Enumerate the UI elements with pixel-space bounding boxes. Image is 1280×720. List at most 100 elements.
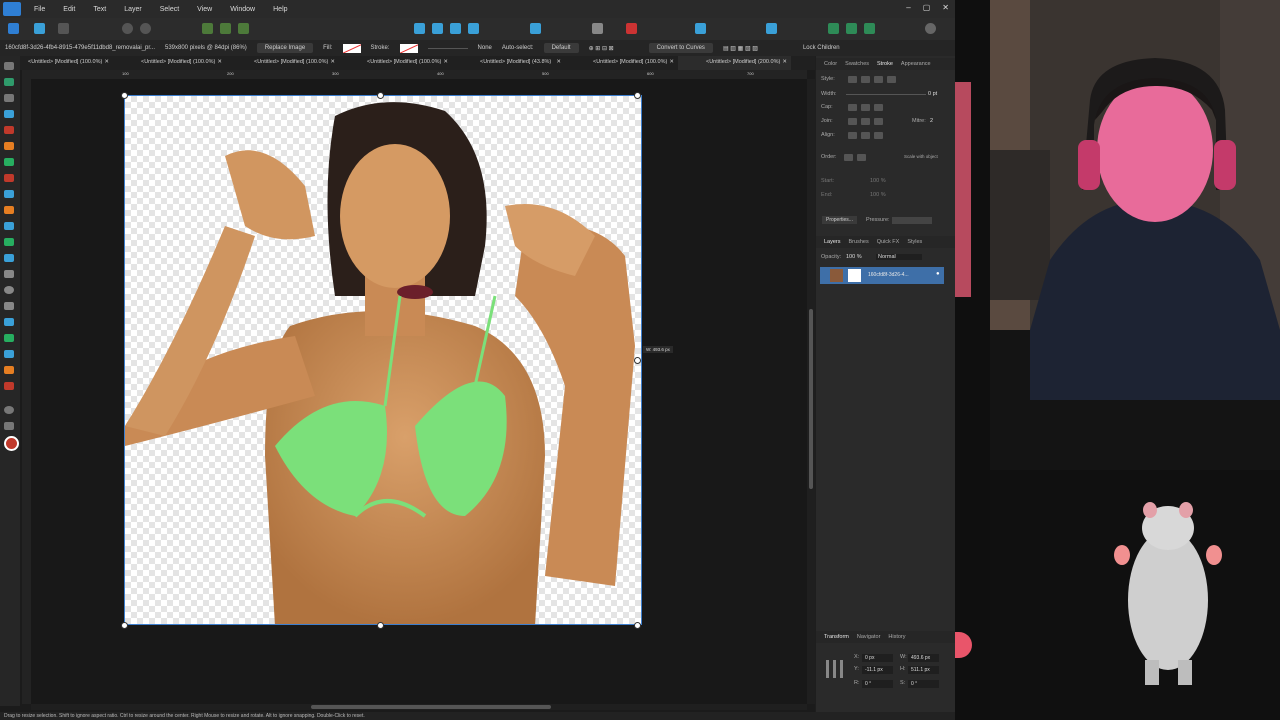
rotate-left-icon[interactable] — [450, 23, 461, 34]
fill-stroke-icon[interactable] — [4, 436, 19, 451]
selection-handle[interactable] — [634, 622, 641, 629]
document-dimensions[interactable]: 539x800 pixels @ 84dpi (86%) — [165, 45, 247, 51]
arrange-icon[interactable] — [238, 23, 249, 34]
tab-history[interactable]: History — [888, 634, 905, 640]
join-miter-icon[interactable] — [848, 118, 857, 125]
boolean-add-icon[interactable] — [695, 23, 706, 34]
rotate-right-icon[interactable] — [468, 23, 479, 34]
cap-square-icon[interactable] — [874, 104, 883, 111]
snapping-icon[interactable] — [140, 23, 151, 34]
artboard-tool-icon[interactable] — [4, 78, 14, 86]
selection-handle[interactable] — [121, 622, 128, 629]
menu-view[interactable]: View — [197, 6, 212, 13]
document-tab[interactable]: <Untitled> [Modified] (100.0%) ✕ — [113, 56, 226, 70]
vector-crop-tool-icon[interactable] — [4, 222, 14, 230]
x-field[interactable]: 0 px — [862, 654, 893, 662]
blend-mode-dropdown[interactable]: Normal — [876, 254, 922, 260]
menu-layer[interactable]: Layer — [124, 6, 142, 13]
layer-visibility-icon[interactable]: ● — [936, 271, 940, 277]
document-tab[interactable]: <Untitled> [Modified] (43.8%) ✕ — [452, 56, 565, 70]
close-tab-icon[interactable]: ✕ — [104, 59, 109, 65]
menu-text[interactable]: Text — [93, 6, 106, 13]
close-tab-icon[interactable]: ✕ — [443, 59, 448, 65]
text-tool-icon[interactable] — [4, 350, 14, 358]
preferences-icon[interactable] — [864, 23, 875, 34]
stroke-style-none-icon[interactable] — [848, 76, 857, 83]
close-tab-icon[interactable]: ✕ — [669, 59, 674, 65]
document-tab[interactable]: <Untitled> [Modified] (100.0%) ✕ — [226, 56, 339, 70]
assistant-icon[interactable] — [828, 23, 839, 34]
view-tool-icon[interactable] — [4, 422, 14, 430]
color-picker-tool-icon[interactable] — [4, 382, 14, 390]
horizontal-scrollbar[interactable] — [31, 704, 807, 710]
move-tool-icon[interactable] — [4, 62, 14, 70]
brush-tool-icon[interactable] — [4, 174, 14, 182]
tab-styles[interactable]: Styles — [907, 239, 922, 245]
cap-butt-icon[interactable] — [848, 104, 857, 111]
selection-handle[interactable] — [634, 92, 641, 99]
selection-handle[interactable] — [121, 92, 128, 99]
width-value[interactable]: 0 pt — [928, 91, 937, 97]
rectangle-tool-icon[interactable] — [4, 270, 14, 278]
layer-row-selected[interactable]: 160cfd8f-3d26-4... ● — [820, 267, 944, 284]
transparency-tool-icon[interactable] — [4, 206, 14, 214]
close-tab-icon[interactable]: ✕ — [330, 59, 335, 65]
auto-select-dropdown[interactable]: Default — [543, 43, 579, 53]
stroke-width-slider[interactable] — [427, 47, 468, 49]
document-tab[interactable]: <Untitled> [Modified] (100.0%) ✕ — [565, 56, 678, 70]
close-tab-icon[interactable]: ✕ — [217, 59, 222, 65]
transform-origin-icon[interactable]: ⊕ ⊞ ⊟ ⊠ — [589, 45, 639, 52]
arrow-end-scale[interactable]: 100 % — [870, 192, 886, 198]
document-tab[interactable]: <Untitled> [Modified] (100.0%) ✕ — [339, 56, 452, 70]
align-center-icon[interactable] — [861, 132, 870, 139]
align-shortcuts-icon[interactable]: ▤ ▥ ▦ ▧ ▨ — [723, 45, 793, 52]
tab-stroke[interactable]: Stroke — [877, 61, 893, 67]
corner-tool-icon[interactable] — [4, 126, 14, 134]
rotation-field[interactable]: 0 ° — [862, 680, 893, 688]
order-behind-icon[interactable] — [844, 154, 853, 161]
shear-field[interactable]: 0 ° — [908, 680, 939, 688]
persona-designer-icon[interactable] — [8, 23, 19, 34]
h-field[interactable]: 511.1 px — [908, 666, 939, 674]
settings-icon[interactable] — [122, 23, 133, 34]
menu-help[interactable]: Help — [273, 6, 287, 13]
ellipse-tool-icon[interactable] — [4, 286, 14, 294]
menu-select[interactable]: Select — [160, 6, 179, 13]
arrow-start-scale[interactable]: 100 % — [870, 178, 886, 184]
stroke-style-solid-icon[interactable] — [861, 76, 870, 83]
convert-to-curves-button[interactable]: Convert to Curves — [648, 43, 713, 53]
mitre-value[interactable]: 2 — [930, 118, 933, 124]
tab-transform[interactable]: Transform — [824, 634, 849, 640]
pressure-graph[interactable] — [892, 217, 932, 224]
y-field[interactable]: -11.1 px — [862, 666, 893, 674]
order-front-icon[interactable] — [857, 154, 866, 161]
pencil-tool-icon[interactable] — [4, 158, 14, 166]
persona-export-icon[interactable] — [58, 23, 69, 34]
fill-tool-icon[interactable] — [4, 190, 14, 198]
tab-navigator[interactable]: Navigator — [857, 634, 881, 640]
stroke-swatch[interactable] — [399, 43, 418, 53]
frame-text-tool-icon[interactable] — [4, 366, 14, 374]
account-icon[interactable] — [925, 23, 936, 34]
close-tab-icon[interactable]: ✕ — [782, 59, 787, 65]
vertical-scrollbar[interactable] — [807, 79, 815, 704]
geometry-icon[interactable] — [530, 23, 541, 34]
maximize-icon[interactable]: ▢ — [923, 3, 931, 12]
cap-round-icon[interactable] — [861, 104, 870, 111]
mode-icon[interactable] — [846, 23, 857, 34]
tab-brushes[interactable]: Brushes — [849, 239, 869, 245]
document-tab-active[interactable]: <Untitled> [Modified] (200.0%) ✕ — [678, 56, 791, 70]
point-transform-tool-icon[interactable] — [4, 110, 14, 118]
place-image-tool-icon[interactable] — [4, 238, 14, 246]
document-image[interactable] — [124, 95, 642, 625]
join-bevel-icon[interactable] — [874, 118, 883, 125]
pen-tool-icon[interactable] — [4, 142, 14, 150]
flip-vertical-icon[interactable] — [432, 23, 443, 34]
boolean-subtract-icon[interactable] — [766, 23, 777, 34]
close-tab-icon[interactable]: ✕ — [556, 59, 561, 65]
distribute-icon[interactable] — [220, 23, 231, 34]
tab-swatches[interactable]: Swatches — [845, 61, 869, 67]
rounded-rectangle-tool-icon[interactable] — [4, 302, 14, 310]
selection-handle[interactable] — [377, 92, 384, 99]
stroke-style-texture-icon[interactable] — [887, 76, 896, 83]
